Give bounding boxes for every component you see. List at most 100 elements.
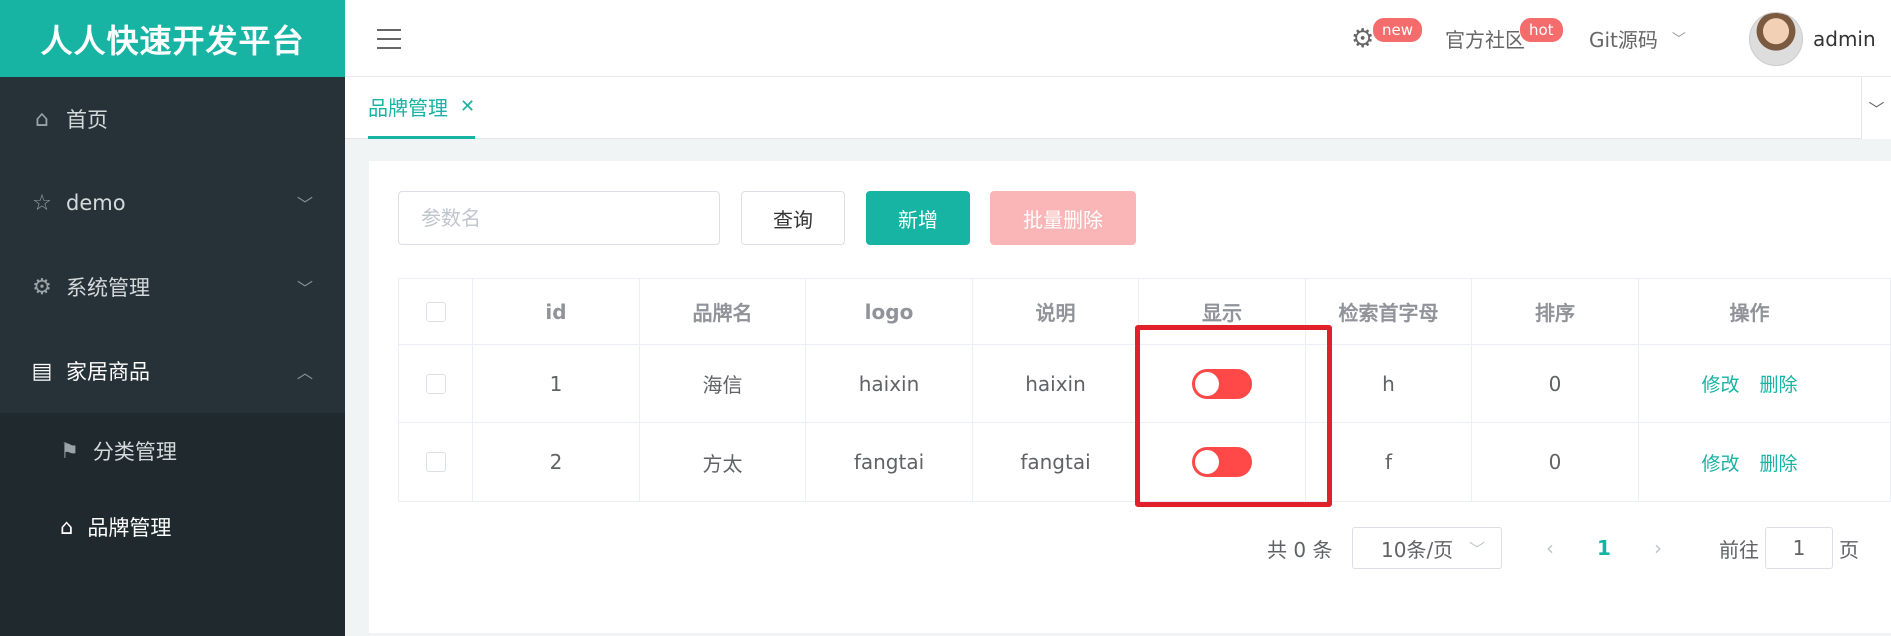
next-page-icon[interactable]: › xyxy=(1642,527,1674,569)
batch-delete-button[interactable]: 批量删除 xyxy=(990,191,1136,245)
column-header[interactable]: id xyxy=(473,279,640,344)
column-header[interactable]: 说明 xyxy=(973,279,1139,344)
tabs-menu-chevron-icon[interactable]: ﹀ xyxy=(1861,77,1891,139)
row-checkbox[interactable] xyxy=(425,373,446,394)
cell-logo: haixin xyxy=(806,345,973,422)
table-header: id 品牌名 logo 说明 显示 检索首字母 排序 操作 xyxy=(399,279,1890,345)
menu-toggle-icon[interactable] xyxy=(377,29,401,49)
prev-page-icon[interactable]: ‹ xyxy=(1534,527,1566,569)
sidebar-item-label: demo xyxy=(66,191,126,215)
top-navbar: ⚙ new 官方社区 hot Git源码 ﹀ admin xyxy=(345,0,1891,77)
cell-id: 2 xyxy=(473,423,640,501)
column-header[interactable]: 检索首字母 xyxy=(1306,279,1472,344)
chevron-up-icon: ︿ xyxy=(296,363,313,382)
select-all-checkbox[interactable] xyxy=(425,301,446,322)
sidebar-item-label: 家居商品 xyxy=(66,360,150,384)
add-button[interactable]: 新增 xyxy=(866,191,970,245)
show-toggle[interactable] xyxy=(1192,368,1252,399)
cell-logo: fangtai xyxy=(806,423,973,501)
page-size-value: 10条/页 xyxy=(1381,537,1454,562)
user-name: admin xyxy=(1813,26,1876,51)
table-row: 1 海信 haixin haixin h 0 修改 删除 xyxy=(399,345,1890,423)
cell-letter: f xyxy=(1306,423,1472,501)
chevron-down-icon: ﹀ xyxy=(1468,540,1485,559)
column-header[interactable]: 排序 xyxy=(1472,279,1639,344)
column-header[interactable]: 品牌名 xyxy=(640,279,806,344)
cell-name: 方太 xyxy=(640,423,806,501)
pagination: 共 0 条 10条/页 ﹀ ‹ 1 › 前往 页 xyxy=(369,527,1891,573)
tabs-bar: 品牌管理 ✕ ﹀ xyxy=(345,77,1891,139)
cell-sort: 0 xyxy=(1472,423,1639,501)
cell-actions: 修改 删除 xyxy=(1639,423,1860,501)
page-suffix: 页 xyxy=(1839,537,1859,562)
cell-desc: haixin xyxy=(973,345,1139,422)
sidebar-item-system[interactable]: ⚙ 系统管理 ﹀ xyxy=(0,245,345,329)
cell-show xyxy=(1139,423,1306,501)
query-button[interactable]: 查询 xyxy=(741,191,845,245)
document-icon: ▤ xyxy=(31,358,53,384)
row-select-cell xyxy=(399,423,473,501)
hot-badge: hot xyxy=(1519,17,1564,43)
tab-brand-management[interactable]: 品牌管理 ✕ xyxy=(368,77,476,139)
row-checkbox[interactable] xyxy=(425,452,446,472)
cell-letter: h xyxy=(1306,345,1472,422)
pagination-total: 共 0 条 xyxy=(1267,537,1333,562)
avatar xyxy=(1749,11,1803,66)
sidebar-subitem-category[interactable]: ⚑ 分类管理 xyxy=(0,413,345,489)
chevron-down-icon: ﹀ xyxy=(1671,31,1686,48)
cell-desc: fangtai xyxy=(973,423,1139,501)
chevron-down-icon: ﹀ xyxy=(296,195,313,214)
table-row: 2 方太 fangtai fangtai f 0 修改 删除 xyxy=(399,423,1890,501)
home-icon: ⌂ xyxy=(35,106,49,132)
submenu: ⚑ 分类管理 ⌂ 品牌管理 xyxy=(0,413,345,636)
sidebar-item-label: 首页 xyxy=(66,108,108,132)
community-label: 官方社区 xyxy=(1445,28,1525,52)
tag-icon: ⚑ xyxy=(60,439,79,463)
app-title: 人人快速开发平台 xyxy=(0,0,345,77)
cell-name: 海信 xyxy=(640,345,806,422)
column-header[interactable]: logo xyxy=(806,279,973,344)
row-select-cell xyxy=(399,345,473,422)
community-link[interactable]: 官方社区 xyxy=(1445,0,1525,77)
cell-actions: 修改 删除 xyxy=(1639,345,1860,422)
page-size-select[interactable]: 10条/页 ﹀ xyxy=(1352,527,1502,569)
goto-input[interactable] xyxy=(1765,527,1833,569)
edit-link[interactable]: 修改 xyxy=(1701,370,1739,397)
close-icon[interactable]: ✕ xyxy=(460,96,475,117)
column-header[interactable]: 操作 xyxy=(1639,279,1860,344)
search-input[interactable] xyxy=(398,191,720,245)
sidebar-item-label: 分类管理 xyxy=(92,440,177,464)
git-dropdown[interactable]: Git源码 ﹀ xyxy=(1589,0,1686,77)
column-header[interactable]: 显示 xyxy=(1139,279,1306,344)
chevron-down-icon: ﹀ xyxy=(296,279,313,298)
git-label: Git源码 xyxy=(1589,28,1658,52)
delete-link[interactable]: 删除 xyxy=(1760,370,1798,397)
sidebar-item-label: 系统管理 xyxy=(66,276,150,300)
gear-icon: ⚙ xyxy=(32,274,52,300)
sidebar-item-home-goods[interactable]: ▤ 家居商品 ︿ xyxy=(0,329,345,413)
new-badge: new xyxy=(1372,17,1424,43)
cell-id: 1 xyxy=(473,345,640,422)
sidebar-item-home[interactable]: ⌂ 首页 xyxy=(0,77,345,161)
tab-label: 品牌管理 xyxy=(368,96,448,120)
main-panel: 查询 新增 批量删除 id 品牌名 logo 说明 显示 检索首字母 排序 操作… xyxy=(369,161,1891,633)
select-all-cell xyxy=(399,279,473,344)
brand-table: id 品牌名 logo 说明 显示 检索首字母 排序 操作 1 海信 haixi… xyxy=(398,278,1891,502)
sidebar-item-label: 品牌管理 xyxy=(87,516,172,540)
home-icon: ⌂ xyxy=(60,515,74,539)
sidebar: ⌂ 首页 ☆ demo ﹀ ⚙ 系统管理 ﹀ ▤ 家居商品 ︿ ⚑ 分类管理 ⌂… xyxy=(0,77,345,636)
star-icon: ☆ xyxy=(32,190,52,216)
cell-sort: 0 xyxy=(1472,345,1639,422)
sidebar-item-demo[interactable]: ☆ demo ﹀ xyxy=(0,161,345,245)
settings-button[interactable]: ⚙ xyxy=(1351,0,1374,77)
delete-link[interactable]: 删除 xyxy=(1760,449,1798,476)
sidebar-subitem-brand[interactable]: ⌂ 品牌管理 xyxy=(0,489,345,565)
gear-icon: ⚙ xyxy=(1351,23,1375,54)
show-toggle[interactable] xyxy=(1192,447,1252,477)
goto-page: 前往 页 xyxy=(1719,527,1859,569)
edit-link[interactable]: 修改 xyxy=(1701,449,1739,476)
user-menu[interactable]: admin xyxy=(1749,0,1876,77)
page-number[interactable]: 1 xyxy=(1588,527,1620,569)
goto-label: 前往 xyxy=(1719,537,1759,562)
cell-show xyxy=(1139,345,1306,422)
